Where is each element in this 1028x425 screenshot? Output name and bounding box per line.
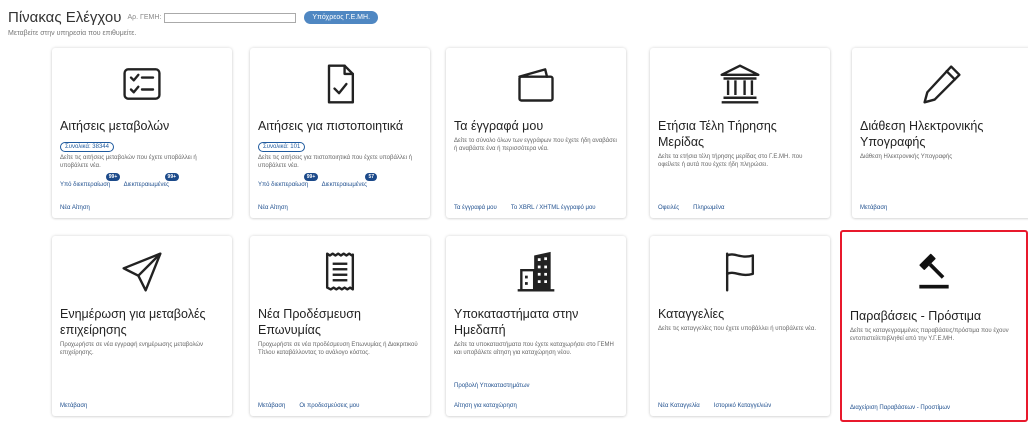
- status-links: Υπό διεκπεραίωση 99+ Διεκπεραιωμένες 99+: [60, 173, 224, 188]
- card-actions: Οφειλές Πληρωμένα: [658, 205, 822, 211]
- new-request-link[interactable]: Νέα Αίτηση: [258, 205, 288, 211]
- document-check-icon: [250, 62, 430, 106]
- card-meta: Προχωρήστε σε νέα εγγραφή ενημέρωσης μετ…: [60, 341, 224, 357]
- checklist-icon: [52, 62, 232, 106]
- card-title: Τα έγγραφά μου: [454, 119, 544, 133]
- my-documents-link[interactable]: Τα έγγραφά μου: [454, 205, 497, 211]
- card-actions: Διαχείριση Παραβάσεων - Προστίμων: [850, 405, 1018, 411]
- wallet-icon: [446, 62, 626, 106]
- card-meta: Συνολικά: 38344 Δείτε τις αιτήσεις μεταβ…: [60, 135, 224, 170]
- card-description: Δείτε τις καταγγελίες που έχετε υποβάλλε…: [658, 326, 816, 332]
- completed-count-badge: 57: [365, 173, 378, 181]
- goto-link[interactable]: Μετάβαση: [258, 403, 285, 409]
- card-title: Ετήσια Τέλη Τήρησης Μερίδας: [658, 119, 777, 149]
- card-title: Αιτήσεις μεταβολών: [60, 119, 170, 133]
- card-actions: Μετάβαση: [860, 205, 1024, 211]
- gemh-number-field[interactable]: [164, 12, 297, 23]
- institution-icon: [650, 62, 830, 106]
- card-meta: Δείτε τα υποκαταστήματα που έχετε καταχω…: [454, 341, 618, 357]
- status-links: Υπό διεκπεραίωση 99+ Διεκπεραιωμένες 57: [258, 173, 422, 188]
- manage-violations-link[interactable]: Διαχείριση Παραβάσεων - Προστίμων: [850, 405, 950, 411]
- total-badge: Συνολικά: 101: [258, 142, 306, 152]
- card-actions: Νέα Αίτηση: [60, 205, 224, 211]
- card-description: Δείτε τα υποκαταστήματα που έχετε καταχω…: [454, 342, 614, 356]
- card-description: Δείτε τις αιτήσεις για πιστοποιητικά που…: [258, 155, 412, 169]
- card-actions: Αίτηση για καταχώρηση: [454, 403, 618, 409]
- card-certificate-requests[interactable]: Αιτήσεις για πιστοποιητικά Συνολικά: 101…: [250, 48, 430, 218]
- view-branches-link[interactable]: Προβολή Υποκαταστημάτων: [454, 383, 530, 389]
- card-change-requests[interactable]: Αιτήσεις μεταβολών Συνολικά: 38344 Δείτε…: [52, 48, 232, 218]
- gavel-icon: [842, 250, 1026, 294]
- new-request-link[interactable]: Νέα Αίτηση: [60, 205, 90, 211]
- page-subtitle: Μεταβείτε στην υπηρεσία που επιθυμείτε.: [8, 30, 137, 37]
- card-e-signature[interactable]: Διάθεση Ηλεκτρονικής Υπογραφής Διάθεση Η…: [852, 48, 1028, 218]
- card-title: Παραβάσεις - Πρόστιμα: [850, 309, 982, 323]
- card-description: Προχωρήστε σε νέα εγγραφή ενημέρωσης μετ…: [60, 342, 204, 356]
- card-title: Καταγγελίες: [658, 307, 725, 321]
- page-header: Πίνακας Ελέγχου Αρ. ΓΕΜΗ: Υπόχρεος Γ.Ε.Μ…: [8, 9, 379, 37]
- card-description: Προχωρήστε σε νέα προδέσμευση Επωνυμίας …: [258, 342, 418, 356]
- card-annual-fees[interactable]: Ετήσια Τέλη Τήρησης Μερίδας Δείτε τα ετή…: [650, 48, 830, 218]
- card-actions: Μετάβαση Οι προδεσμεύσεις μου: [258, 403, 422, 409]
- card-complaints[interactable]: Καταγγελίες Δείτε τις καταγγελίες που έχ…: [650, 236, 830, 416]
- card-title: Υποκαταστήματα στην Ημεδαπή: [454, 307, 579, 337]
- pending-count-badge: 99+: [105, 173, 121, 181]
- card-name-reservation[interactable]: Νέα Προδέσμευση Επωνυμίας Προχωρήστε σε …: [250, 236, 430, 416]
- card-meta: Δείτε το σύνολο όλων των εγγράφων που έχ…: [454, 137, 618, 153]
- page-title: Πίνακας Ελέγχου: [8, 9, 122, 26]
- pending-link[interactable]: Υπό διεκπεραίωση 99+: [258, 173, 319, 188]
- card-description: Δείτε τις καταγεγραμμένες παραβάσεις/πρό…: [850, 328, 1009, 342]
- card-meta: Δείτε τις καταγγελίες που έχετε υποβάλλε…: [658, 325, 822, 333]
- total-badge: Συνολικά: 38344: [60, 142, 114, 152]
- card-meta: Διάθεση Ηλεκτρονικής Υπογραφής: [860, 153, 1024, 161]
- card-domestic-branches[interactable]: Υποκαταστήματα στην Ημεδαπή Δείτε τα υπο…: [446, 236, 626, 416]
- card-description: Δείτε τα ετήσια τέλη τήρησης μερίδας στο…: [658, 154, 803, 168]
- card-description: Δείτε το σύνολο όλων των εγγράφων που έχ…: [454, 138, 617, 152]
- card-meta: Δείτε τις καταγεγραμμένες παραβάσεις/πρό…: [850, 327, 1018, 343]
- gemh-label: Αρ. ΓΕΜΗ:: [127, 14, 162, 21]
- new-complaint-link[interactable]: Νέα Καταγγελία: [658, 403, 700, 409]
- my-reservations-link[interactable]: Οι προδεσμεύσεις μου: [299, 403, 359, 409]
- card-meta: Προχωρήστε σε νέα προδέσμευση Επωνυμίας …: [258, 341, 422, 357]
- pen-icon: [852, 62, 1028, 106]
- xbrl-document-link[interactable]: Το XBRL / XHTML έγγραφό μου: [511, 205, 596, 211]
- obligated-status-badge: Υπόχρεος Γ.Ε.ΜΗ.: [304, 11, 379, 24]
- card-my-documents[interactable]: Τα έγγραφά μου Δείτε το σύνολο όλων των …: [446, 48, 626, 218]
- card-actions: Μετάβαση: [60, 403, 224, 409]
- card-business-updates[interactable]: Ενημέρωση για μεταβολές επιχείρησης Προχ…: [52, 236, 232, 416]
- card-actions: Τα έγγραφά μου Το XBRL / XHTML έγγραφό μ…: [454, 205, 618, 211]
- card-description: Δείτε τις αιτήσεις μεταβολών που έχετε υ…: [60, 155, 197, 169]
- completed-link[interactable]: Διεκπεραιωμένες 99+: [124, 173, 180, 188]
- goto-link[interactable]: Μετάβαση: [60, 403, 87, 409]
- completed-link[interactable]: Διεκπεραιωμένες 57: [322, 173, 378, 188]
- card-title: Ενημέρωση για μεταβολές επιχείρησης: [60, 307, 206, 337]
- goto-link[interactable]: Μετάβαση: [860, 205, 887, 211]
- card-violations-fines[interactable]: Παραβάσεις - Πρόστιμα Δείτε τις καταγεγρ…: [840, 230, 1028, 422]
- pending-link[interactable]: Υπό διεκπεραίωση 99+: [60, 173, 121, 188]
- complaint-history-link[interactable]: Ιστορικό Καταγγελιών: [714, 403, 772, 409]
- debts-link[interactable]: Οφειλές: [658, 205, 679, 211]
- card-title: Νέα Προδέσμευση Επωνυμίας: [258, 307, 361, 337]
- card-meta: Δείτε τα ετήσια τέλη τήρησης μερίδας στο…: [658, 153, 822, 169]
- receipt-icon: [250, 250, 430, 294]
- card-meta: Συνολικά: 101 Δείτε τις αιτήσεις για πισ…: [258, 135, 422, 170]
- completed-count-badge: 99+: [164, 173, 180, 181]
- buildings-icon: [446, 250, 626, 294]
- card-description: Διάθεση Ηλεκτρονικής Υπογραφής: [860, 154, 953, 160]
- branch-registration-link[interactable]: Αίτηση για καταχώρηση: [454, 403, 517, 409]
- card-actions: Νέα Καταγγελία Ιστορικό Καταγγελιών: [658, 403, 822, 409]
- card-title: Διάθεση Ηλεκτρονικής Υπογραφής: [860, 119, 984, 149]
- card-actions: Νέα Αίτηση: [258, 205, 422, 211]
- paid-link[interactable]: Πληρωμένα: [693, 205, 724, 211]
- send-icon: [52, 250, 232, 294]
- card-title: Αιτήσεις για πιστοποιητικά: [258, 119, 404, 133]
- flag-icon: [650, 250, 830, 294]
- pending-count-badge: 99+: [303, 173, 319, 181]
